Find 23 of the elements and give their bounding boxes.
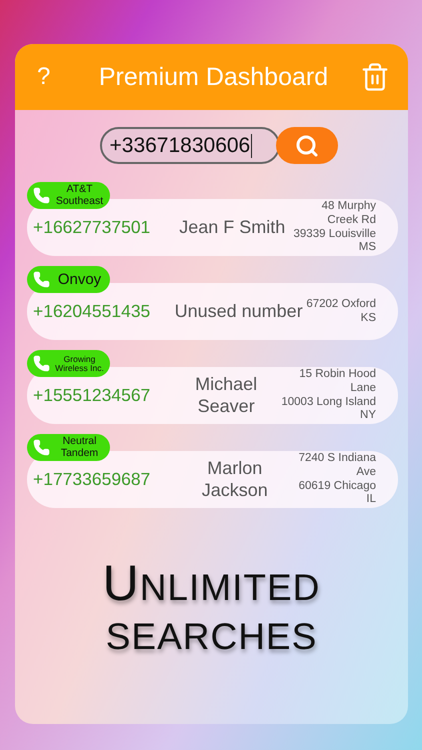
- address-text: 48 Murphy Creek Rd 39339 Louisville MS: [294, 200, 376, 256]
- phone-icon: [33, 187, 50, 204]
- phone-icon: [33, 271, 50, 288]
- promo-heading: UNLIMITED: [102, 554, 320, 612]
- owner-name: Michael Seaver: [194, 374, 258, 418]
- phone-number: +15551234567: [33, 385, 152, 406]
- trash-icon[interactable]: [360, 62, 390, 92]
- promo-heading: SEARCHES: [106, 616, 318, 658]
- owner-name: Marlon Jackson: [200, 458, 269, 502]
- screen-title: Premium Dashboard: [98, 62, 330, 92]
- owner-name: Unused number: [174, 300, 304, 322]
- phone-icon: [33, 439, 50, 456]
- address-text: 67202 Oxford KS: [306, 298, 376, 326]
- search-icon: [294, 134, 318, 158]
- phone-number: +16204551435: [33, 301, 152, 322]
- address-text: 7240 S Indiana Ave 60619 Chicago IL: [298, 452, 376, 508]
- phone-number: +16627737501: [33, 217, 152, 238]
- phone-icon: [33, 355, 50, 372]
- phone-number: +17733659687: [33, 469, 152, 490]
- search-button[interactable]: [276, 127, 338, 164]
- phone-search-field[interactable]: +33671830606: [100, 127, 280, 164]
- owner-name: Jean F Smith: [178, 216, 286, 238]
- address-text: 15 Robin Hood Lane 10003 Long Island NY: [281, 368, 376, 424]
